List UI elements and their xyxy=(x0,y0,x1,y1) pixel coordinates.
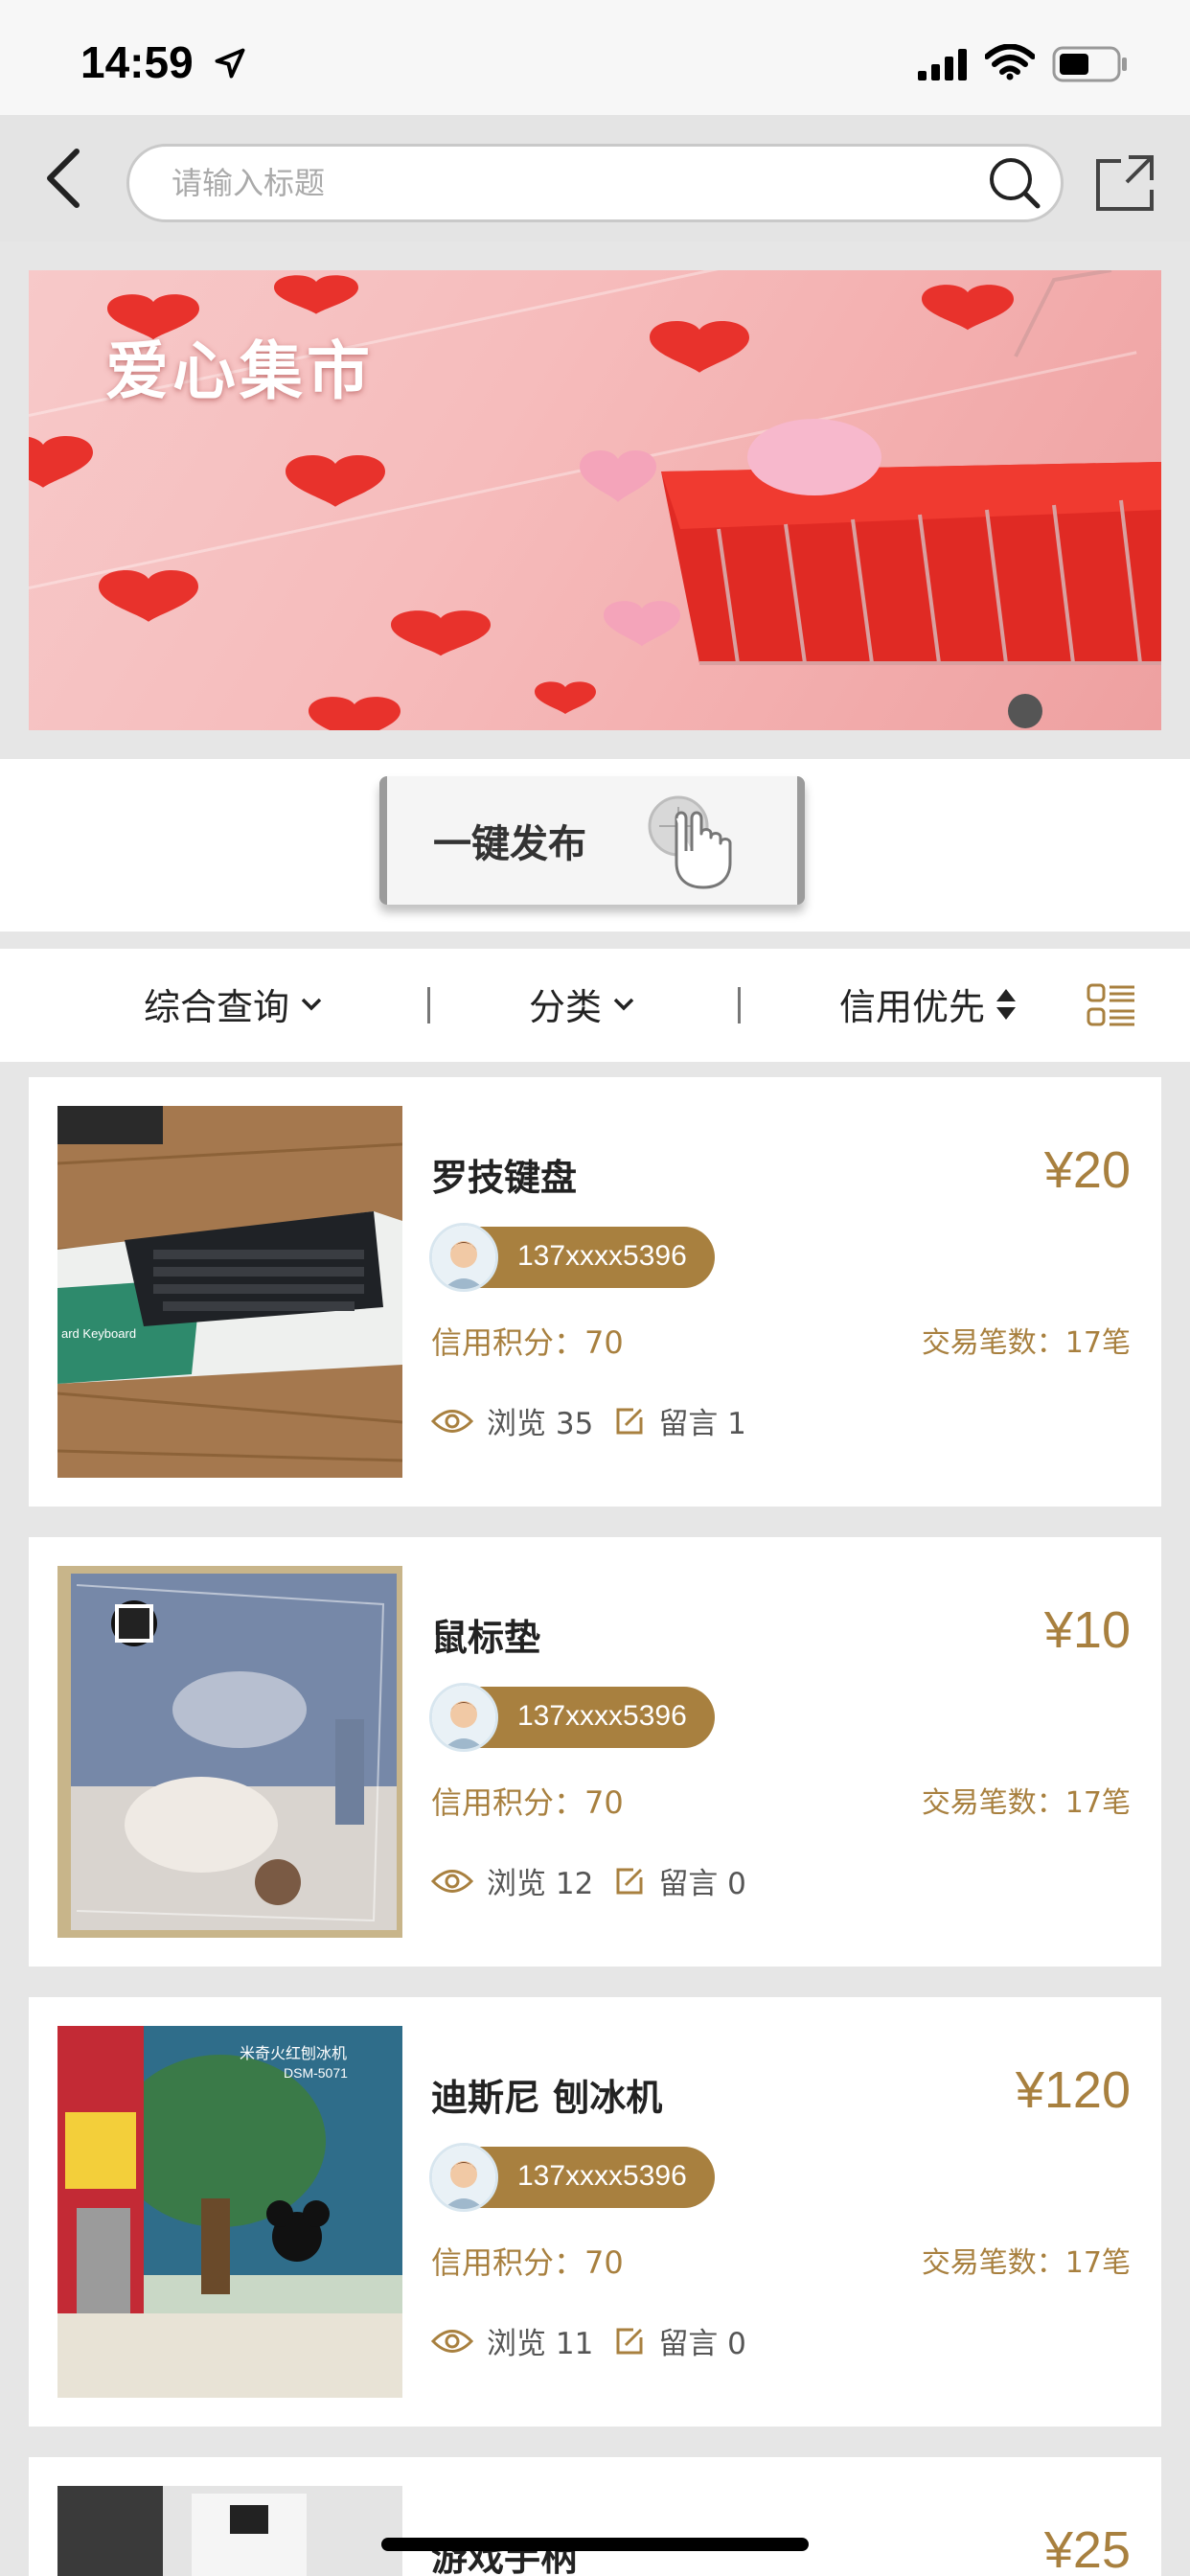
trade-count: 交易笔数：17笔 xyxy=(921,2246,1131,2280)
seller-phone: 137xxxx5396 xyxy=(517,1240,687,1272)
product-image-controller xyxy=(57,2486,402,2576)
svg-text:米奇火红刨冰机: 米奇火红刨冰机 xyxy=(240,2044,347,2062)
seller-phone: 137xxxx5396 xyxy=(517,2160,687,2192)
svg-text:DSM-5071: DSM-5071 xyxy=(284,2065,348,2081)
product-card[interactable]: 游戏手柄 ¥25 xyxy=(29,2457,1161,2576)
avatar xyxy=(429,1223,498,1292)
hand-pointer-icon xyxy=(648,795,732,889)
chevron-down-icon xyxy=(301,998,322,1010)
edit-icon xyxy=(616,2328,643,2354)
search-icon[interactable] xyxy=(986,154,1043,212)
banner-image[interactable]: 爱心集市 xyxy=(29,270,1161,730)
product-price: ¥10 xyxy=(1043,1601,1131,1659)
eye-icon xyxy=(431,1869,473,1893)
publish-button[interactable]: 一键发布 xyxy=(379,776,805,905)
credit-score: 信用积分：70 xyxy=(431,1324,624,1361)
stats-row: 浏览 11 留言 0 xyxy=(431,2319,746,2362)
comment-count: 留言 0 xyxy=(658,1867,746,1901)
product-price: ¥25 xyxy=(1043,2521,1131,2576)
stats-row: 浏览 12 留言 0 xyxy=(431,1859,746,1902)
credit-score: 信用积分：70 xyxy=(431,2244,624,2281)
filter-bar: 综合查询 分类 信用优先 xyxy=(0,949,1190,1062)
product-title: 罗技键盘 xyxy=(431,1157,578,1199)
seller-badge[interactable]: 137xxxx5396 xyxy=(429,1223,715,1292)
search-input[interactable] xyxy=(172,147,957,219)
filter-credit-first[interactable]: 信用优先 xyxy=(839,978,1018,1030)
view-count: 浏览 12 xyxy=(487,1867,594,1901)
svg-text:ard Keyboard: ard Keyboard xyxy=(61,1326,136,1341)
product-image-keyboard: ard Keyboard xyxy=(57,1106,402,1478)
avatar xyxy=(429,2143,498,2212)
trade-count: 交易笔数：17笔 xyxy=(921,1786,1131,1820)
home-indicator[interactable] xyxy=(381,2538,809,2551)
filter-comprehensive-label: 综合查询 xyxy=(144,986,290,1028)
sort-icon xyxy=(996,988,1017,1020)
wifi-icon xyxy=(985,44,1035,80)
comment-count: 留言 0 xyxy=(658,2327,746,2361)
search-box[interactable] xyxy=(126,144,1064,222)
back-arrow-icon[interactable] xyxy=(38,144,92,213)
product-price: ¥20 xyxy=(1043,1141,1131,1199)
publish-section: 一键发布 xyxy=(0,759,1190,932)
nav-bar xyxy=(0,115,1190,242)
seller-badge[interactable]: 137xxxx5396 xyxy=(429,1683,715,1752)
credit-score: 信用积分：70 xyxy=(431,1784,624,1821)
eye-icon xyxy=(431,1409,473,1433)
product-card[interactable]: 鼠标垫 ¥10 137xxxx5396 信用积分：70 交易笔数：17笔 浏览 … xyxy=(29,1537,1161,1966)
seller-badge[interactable]: 137xxxx5396 xyxy=(429,2143,715,2212)
filter-divider xyxy=(427,987,430,1024)
product-image-mousepad xyxy=(57,1566,402,1938)
location-arrow-icon xyxy=(215,48,245,79)
list-view-icon[interactable] xyxy=(1087,983,1136,1027)
filter-credit-first-label: 信用优先 xyxy=(839,986,986,1028)
product-title: 鼠标垫 xyxy=(431,1617,541,1659)
filter-category[interactable]: 分类 xyxy=(529,978,636,1030)
comment-count: 留言 1 xyxy=(658,1407,746,1441)
share-icon[interactable] xyxy=(1092,148,1159,215)
stats-row: 浏览 35 留言 1 xyxy=(431,1399,746,1442)
filter-category-label: 分类 xyxy=(529,986,603,1028)
trade-count: 交易笔数：17笔 xyxy=(921,1326,1131,1360)
filter-comprehensive[interactable]: 综合查询 xyxy=(144,978,324,1030)
product-title: 迪斯尼 刨冰机 xyxy=(431,2077,663,2119)
edit-icon xyxy=(616,1868,643,1894)
filter-divider xyxy=(738,987,741,1024)
edit-icon xyxy=(616,1408,643,1434)
product-card[interactable]: ard Keyboard 罗技键盘 ¥20 137xxxx5396 信用积分：7… xyxy=(29,1077,1161,1506)
view-count: 浏览 11 xyxy=(487,2327,594,2361)
cellular-signal-icon xyxy=(918,49,967,80)
status-bar: 14:59 xyxy=(0,0,1190,115)
seller-phone: 137xxxx5396 xyxy=(517,1700,687,1732)
product-image-ice-shaver: 米奇火红刨冰机 DSM-5071 xyxy=(57,2026,402,2398)
product-title: 游戏手柄 xyxy=(431,2537,578,2576)
product-card[interactable]: 米奇火红刨冰机 DSM-5071 迪斯尼 刨冰机 ¥120 137xxxx539… xyxy=(29,1997,1161,2426)
battery-icon xyxy=(1052,46,1127,82)
chevron-down-icon xyxy=(613,998,634,1010)
banner-title: 爱心集市 xyxy=(105,334,374,408)
avatar xyxy=(429,1683,498,1752)
eye-icon xyxy=(431,2329,473,2353)
status-time: 14:59 xyxy=(80,37,194,87)
publish-label: 一键发布 xyxy=(433,822,586,866)
product-price: ¥120 xyxy=(1015,2061,1131,2119)
view-count: 浏览 35 xyxy=(487,1407,594,1441)
